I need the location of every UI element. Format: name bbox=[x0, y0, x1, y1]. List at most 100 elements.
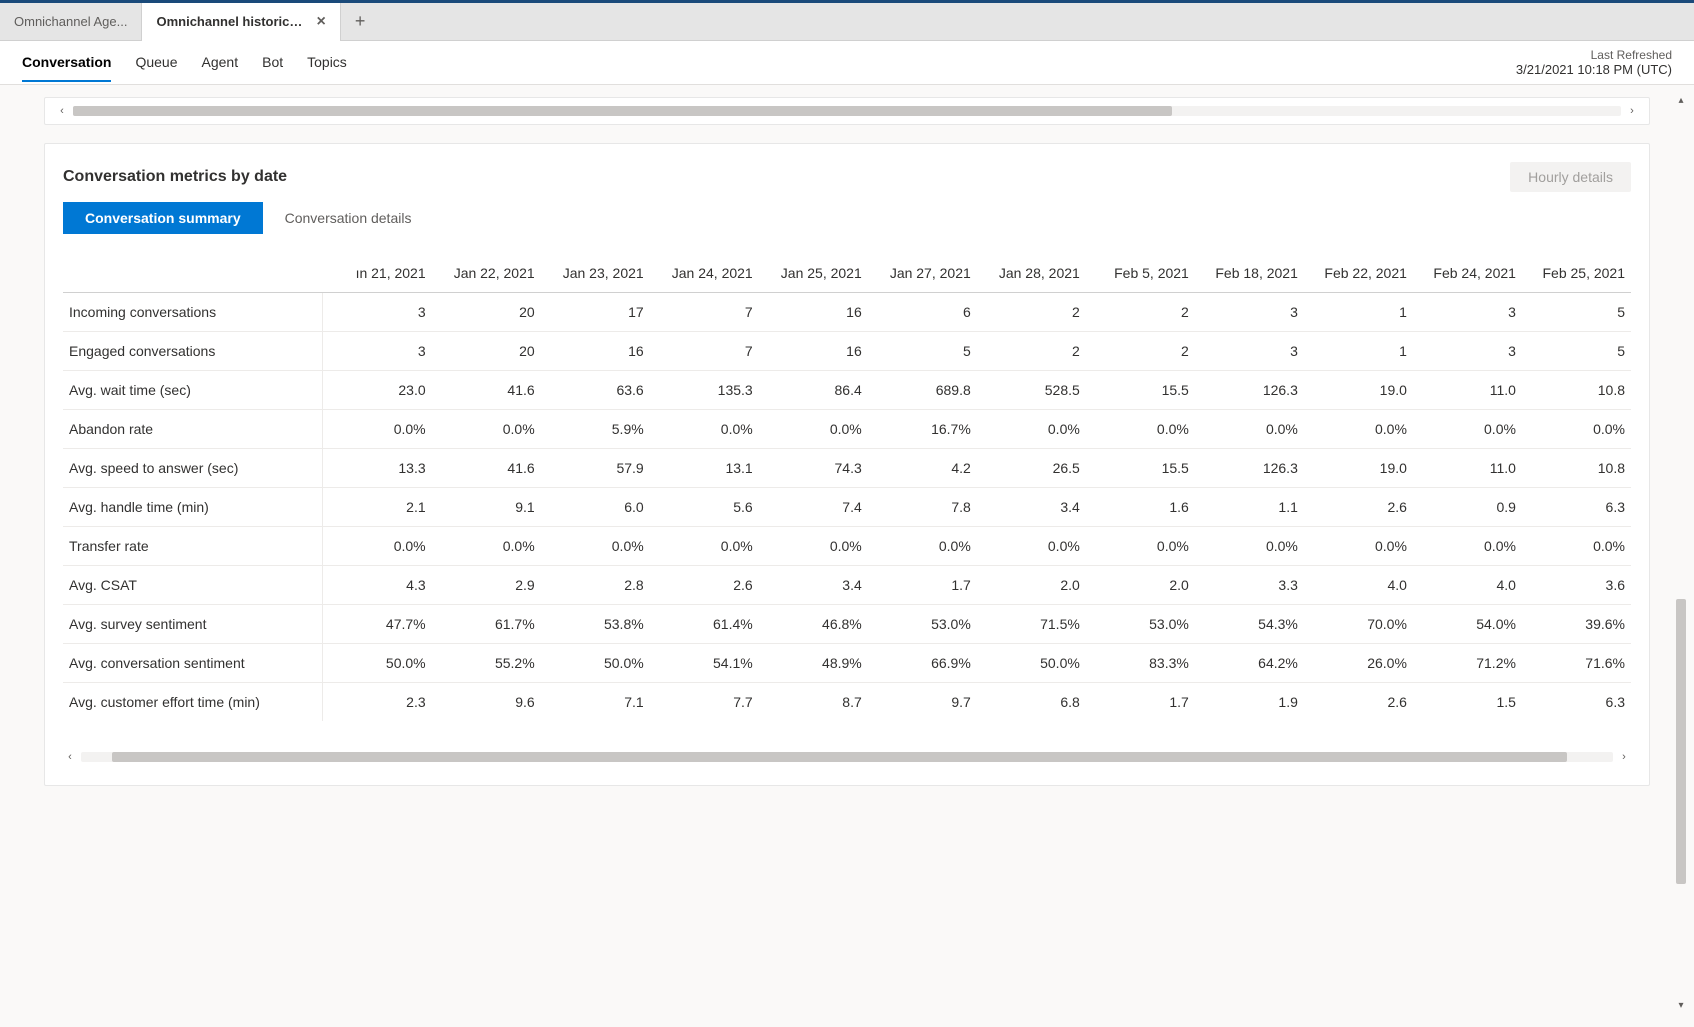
metric-label: Avg. handle time (min) bbox=[63, 488, 323, 527]
metric-value: 70.0% bbox=[1304, 605, 1413, 644]
metric-value: 0.0% bbox=[1086, 527, 1195, 566]
metric-value: 3.6 bbox=[1522, 566, 1631, 605]
metric-value: 0.9 bbox=[1413, 488, 1522, 527]
metric-value: 5 bbox=[1522, 332, 1631, 371]
col-header-date[interactable]: Feb 24, 2021 bbox=[1413, 254, 1522, 293]
scroll-up-icon[interactable]: ▴ bbox=[1678, 95, 1683, 109]
upper-visual-scrollbar: ‹ › bbox=[44, 97, 1650, 125]
metric-value: 53.8% bbox=[541, 605, 650, 644]
metric-value: 0.0% bbox=[1304, 527, 1413, 566]
metric-value: 10.8 bbox=[1522, 449, 1631, 488]
col-header-date[interactable]: Jan 27, 2021 bbox=[868, 254, 977, 293]
metric-value: 71.2% bbox=[1413, 644, 1522, 683]
col-header-date[interactable]: Feb 22, 2021 bbox=[1304, 254, 1413, 293]
metric-label: Abandon rate bbox=[63, 410, 323, 449]
new-tab-button[interactable]: + bbox=[341, 11, 380, 32]
report-nav-bar: Conversation Queue Agent Bot Topics Last… bbox=[0, 41, 1694, 85]
hscroll-track[interactable] bbox=[81, 752, 1613, 762]
metric-value: 50.0% bbox=[977, 644, 1086, 683]
metric-value: 1.6 bbox=[1086, 488, 1195, 527]
col-header-date[interactable]: Feb 18, 2021 bbox=[1195, 254, 1304, 293]
table-header-row: ın 21, 2021 Jan 22, 2021 Jan 23, 2021 Ja… bbox=[63, 254, 1631, 293]
metric-value: 3.3 bbox=[1195, 566, 1304, 605]
window-tab-bar: Omnichannel Age... Omnichannel historica… bbox=[0, 3, 1694, 41]
metric-value: 3.4 bbox=[759, 566, 868, 605]
metric-value: 126.3 bbox=[1195, 371, 1304, 410]
col-header-date[interactable]: Feb 25, 2021 bbox=[1522, 254, 1631, 293]
metric-value: 1.5 bbox=[1413, 683, 1522, 722]
hscroll-thumb[interactable] bbox=[112, 752, 1567, 762]
metric-label: Avg. speed to answer (sec) bbox=[63, 449, 323, 488]
scroll-down-icon[interactable]: ▾ bbox=[1678, 1000, 1683, 1014]
tab-label: Omnichannel Age... bbox=[14, 14, 127, 29]
table-row: Avg. survey sentiment47.7%61.7%53.8%61.4… bbox=[63, 605, 1631, 644]
col-header-date[interactable]: Jan 25, 2021 bbox=[759, 254, 868, 293]
metric-label: Avg. survey sentiment bbox=[63, 605, 323, 644]
metric-value: 2 bbox=[1086, 293, 1195, 332]
metric-value: 7 bbox=[650, 332, 759, 371]
tab-conversation-summary[interactable]: Conversation summary bbox=[63, 202, 263, 234]
metric-value: 11.0 bbox=[1413, 371, 1522, 410]
nav-item-conversation[interactable]: Conversation bbox=[22, 44, 111, 82]
tab-omnichannel-historical[interactable]: Omnichannel historical an... × bbox=[142, 3, 340, 41]
close-icon[interactable]: × bbox=[316, 14, 325, 30]
hscroll-thumb[interactable] bbox=[73, 106, 1172, 116]
table-row: Transfer rate0.0%0.0%0.0%0.0%0.0%0.0%0.0… bbox=[63, 527, 1631, 566]
scroll-left-icon[interactable]: ‹ bbox=[63, 751, 77, 763]
table-row: Avg. CSAT4.32.92.82.63.41.72.02.03.34.04… bbox=[63, 566, 1631, 605]
vscroll-track[interactable] bbox=[1676, 109, 1686, 1000]
metric-value: 2.0 bbox=[1086, 566, 1195, 605]
nav-item-bot[interactable]: Bot bbox=[262, 44, 283, 82]
col-header-date[interactable]: Jan 22, 2021 bbox=[432, 254, 541, 293]
col-header-date[interactable]: Jan 24, 2021 bbox=[650, 254, 759, 293]
tab-conversation-details[interactable]: Conversation details bbox=[263, 202, 434, 234]
table-row: Abandon rate0.0%0.0%5.9%0.0%0.0%16.7%0.0… bbox=[63, 410, 1631, 449]
metric-value: 0.0% bbox=[1522, 410, 1631, 449]
metric-value: 2.9 bbox=[432, 566, 541, 605]
table-row: Engaged conversations320167165223135 bbox=[63, 332, 1631, 371]
metric-value: 0.0% bbox=[759, 410, 868, 449]
col-header-date[interactable]: Jan 28, 2021 bbox=[977, 254, 1086, 293]
metric-value: 6.3 bbox=[1522, 683, 1631, 722]
col-header-date[interactable]: Jan 23, 2021 bbox=[541, 254, 650, 293]
metric-value: 2.3 bbox=[323, 683, 432, 722]
metric-value: 1 bbox=[1304, 293, 1413, 332]
metric-value: 528.5 bbox=[977, 371, 1086, 410]
last-refreshed-value: 3/21/2021 10:18 PM (UTC) bbox=[1516, 62, 1672, 77]
nav-item-queue[interactable]: Queue bbox=[135, 44, 177, 82]
hourly-details-button[interactable]: Hourly details bbox=[1510, 162, 1631, 192]
vscroll-thumb[interactable] bbox=[1676, 599, 1686, 884]
nav-items: Conversation Queue Agent Bot Topics bbox=[22, 44, 347, 82]
metrics-table-wrap: ın 21, 2021 Jan 22, 2021 Jan 23, 2021 Ja… bbox=[45, 254, 1649, 721]
nav-item-topics[interactable]: Topics bbox=[307, 44, 347, 82]
metric-label: Incoming conversations bbox=[63, 293, 323, 332]
metric-value: 5.9% bbox=[541, 410, 650, 449]
metric-value: 0.0% bbox=[1086, 410, 1195, 449]
metric-value: 39.6% bbox=[1522, 605, 1631, 644]
scroll-right-icon[interactable]: › bbox=[1625, 105, 1639, 117]
table-row: Avg. customer effort time (min)2.39.67.1… bbox=[63, 683, 1631, 722]
metric-value: 5 bbox=[868, 332, 977, 371]
hscroll-track[interactable] bbox=[73, 106, 1621, 116]
col-header-date[interactable]: ın 21, 2021 bbox=[323, 254, 432, 293]
metric-value: 0.0% bbox=[1195, 410, 1304, 449]
col-header-date[interactable]: Feb 5, 2021 bbox=[1086, 254, 1195, 293]
metric-value: 63.6 bbox=[541, 371, 650, 410]
metric-value: 23.0 bbox=[323, 371, 432, 410]
scroll-right-icon[interactable]: › bbox=[1617, 751, 1631, 763]
metric-value: 2.0 bbox=[977, 566, 1086, 605]
scroll-left-icon[interactable]: ‹ bbox=[55, 105, 69, 117]
metric-value: 64.2% bbox=[1195, 644, 1304, 683]
metric-value: 57.9 bbox=[541, 449, 650, 488]
metric-value: 135.3 bbox=[650, 371, 759, 410]
tab-label: Omnichannel historical an... bbox=[156, 14, 306, 29]
metric-label: Avg. wait time (sec) bbox=[63, 371, 323, 410]
tab-omnichannel-age[interactable]: Omnichannel Age... bbox=[0, 3, 142, 41]
metric-value: 0.0% bbox=[868, 527, 977, 566]
metric-value: 5.6 bbox=[650, 488, 759, 527]
metric-value: 41.6 bbox=[432, 449, 541, 488]
nav-item-agent[interactable]: Agent bbox=[202, 44, 239, 82]
metric-value: 3 bbox=[323, 293, 432, 332]
metric-value: 5 bbox=[1522, 293, 1631, 332]
metric-value: 19.0 bbox=[1304, 449, 1413, 488]
